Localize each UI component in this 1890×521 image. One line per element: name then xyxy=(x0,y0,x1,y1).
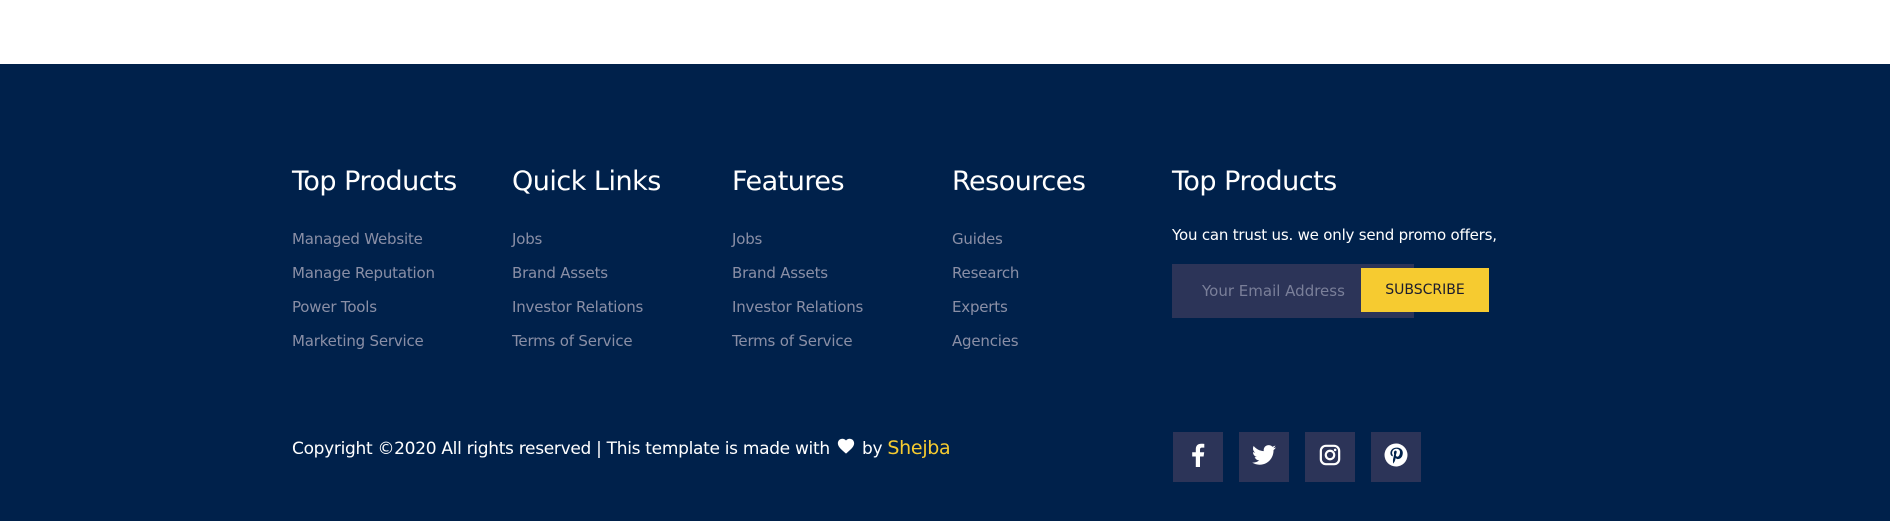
link-terms-of-service[interactable]: Terms of Service xyxy=(512,332,633,350)
page-top-area xyxy=(0,0,1890,64)
copyright-by: by xyxy=(862,439,883,459)
link-research[interactable]: Research xyxy=(952,264,1019,282)
facebook-icon xyxy=(1191,443,1205,471)
list-item: Power Tools xyxy=(292,296,492,330)
list-item: Research xyxy=(952,262,1152,296)
twitter-link[interactable] xyxy=(1239,432,1289,482)
footer-column-top-products: Top Products Managed Website Manage Repu… xyxy=(292,164,492,364)
copyright-prefix: Copyright ©2020 All rights reserved | Th… xyxy=(292,439,830,459)
list-item: Marketing Service xyxy=(292,330,492,364)
twitter-icon xyxy=(1252,445,1276,469)
list-item: Investor Relations xyxy=(732,296,932,330)
link-list: Guides Research Experts Agencies xyxy=(952,228,1152,364)
column-title: Features xyxy=(732,166,845,197)
newsletter-form: SUBSCRIBE xyxy=(1172,264,1494,318)
subscribe-button[interactable]: SUBSCRIBE xyxy=(1361,268,1489,312)
pinterest-icon xyxy=(1384,443,1408,471)
footer-column-resources: Resources Guides Research Experts Agenci… xyxy=(952,164,1152,364)
list-item: Jobs xyxy=(732,228,932,262)
heart-icon xyxy=(837,435,855,463)
link-terms-of-service[interactable]: Terms of Service xyxy=(732,332,853,350)
link-brand-assets[interactable]: Brand Assets xyxy=(512,264,608,282)
footer-column-features: Features Jobs Brand Assets Investor Rela… xyxy=(732,164,932,364)
footer-column-newsletter: Top Products You can trust us. we only s… xyxy=(1172,164,1532,318)
link-investor-relations[interactable]: Investor Relations xyxy=(512,298,643,316)
column-title: Quick Links xyxy=(512,166,661,197)
column-title: Resources xyxy=(952,166,1086,197)
link-investor-relations[interactable]: Investor Relations xyxy=(732,298,863,316)
link-brand-assets[interactable]: Brand Assets xyxy=(732,264,828,282)
social-links xyxy=(1173,432,1421,482)
link-guides[interactable]: Guides xyxy=(952,230,1003,248)
link-managed-website[interactable]: Managed Website xyxy=(292,230,423,248)
link-jobs[interactable]: Jobs xyxy=(512,230,542,248)
link-marketing-service[interactable]: Marketing Service xyxy=(292,332,424,350)
link-experts[interactable]: Experts xyxy=(952,298,1008,316)
list-item: Managed Website xyxy=(292,228,492,262)
list-item: Agencies xyxy=(952,330,1152,364)
link-power-tools[interactable]: Power Tools xyxy=(292,298,377,316)
list-item: Brand Assets xyxy=(512,262,712,296)
instagram-icon xyxy=(1319,444,1341,470)
link-list: Jobs Brand Assets Investor Relations Ter… xyxy=(512,228,712,364)
list-item: Terms of Service xyxy=(512,330,712,364)
site-footer: Top Products Managed Website Manage Repu… xyxy=(0,64,1890,521)
link-list: Managed Website Manage Reputation Power … xyxy=(292,228,492,364)
facebook-link[interactable] xyxy=(1173,432,1223,482)
link-manage-reputation[interactable]: Manage Reputation xyxy=(292,264,435,282)
link-jobs[interactable]: Jobs xyxy=(732,230,762,248)
newsletter-text: You can trust us. we only send promo off… xyxy=(1172,226,1497,244)
list-item: Investor Relations xyxy=(512,296,712,330)
list-item: Experts xyxy=(952,296,1152,330)
column-title: Top Products xyxy=(1172,166,1337,197)
link-list: Jobs Brand Assets Investor Relations Ter… xyxy=(732,228,932,364)
pinterest-link[interactable] xyxy=(1371,432,1421,482)
list-item: Jobs xyxy=(512,228,712,262)
link-agencies[interactable]: Agencies xyxy=(952,332,1019,350)
list-item: Terms of Service xyxy=(732,330,932,364)
copyright-text: Copyright ©2020 All rights reserved | Th… xyxy=(292,434,951,463)
column-title: Top Products xyxy=(292,166,457,197)
footer-column-quick-links: Quick Links Jobs Brand Assets Investor R… xyxy=(512,164,712,364)
list-item: Guides xyxy=(952,228,1152,262)
list-item: Brand Assets xyxy=(732,262,932,296)
list-item: Manage Reputation xyxy=(292,262,492,296)
author-link[interactable]: Shejba xyxy=(887,437,950,459)
instagram-link[interactable] xyxy=(1305,432,1355,482)
